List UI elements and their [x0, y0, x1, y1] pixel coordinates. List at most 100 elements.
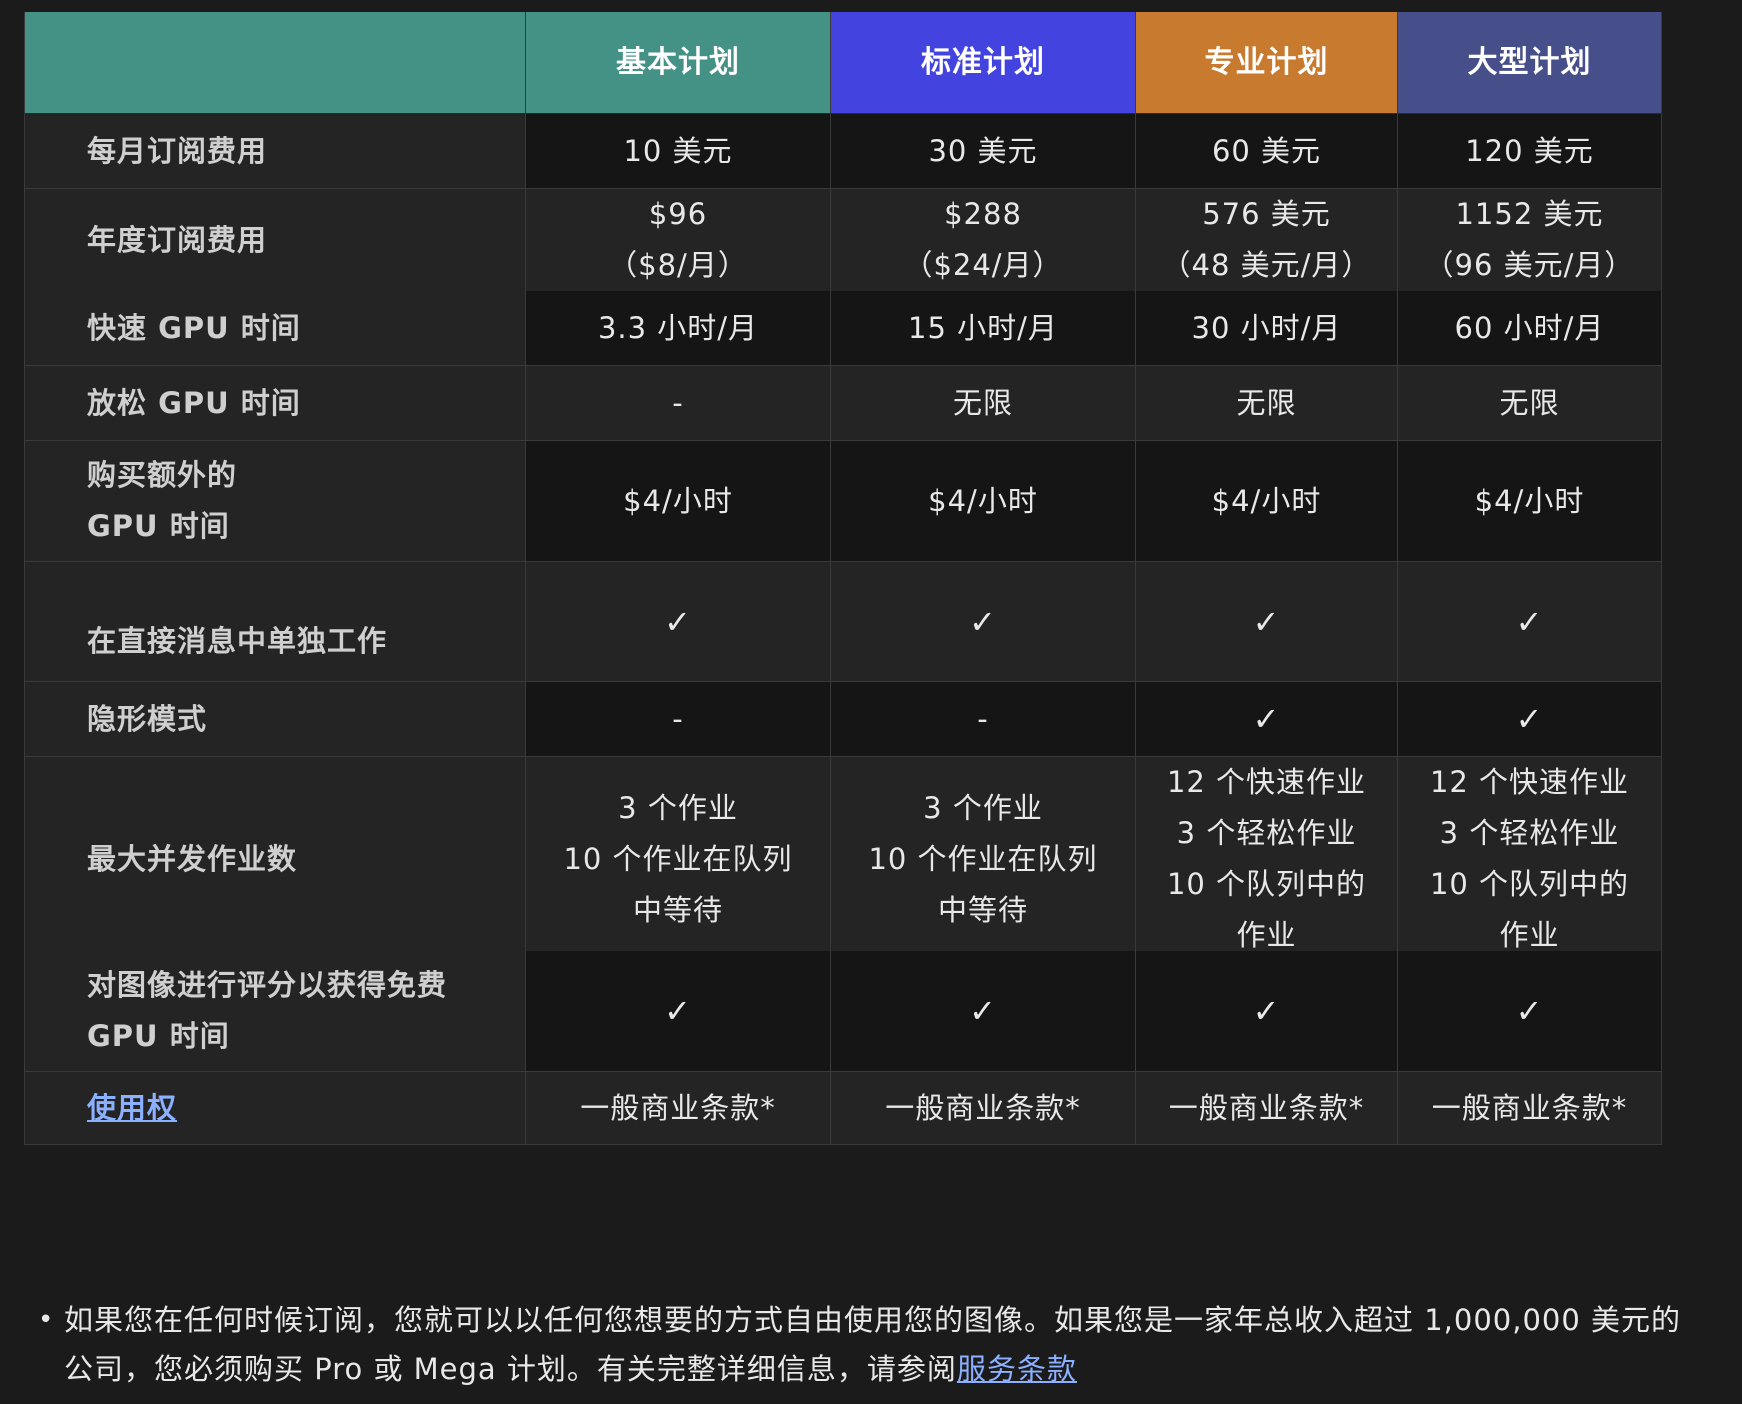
table-row-rate-images: 对图像进行评分以获得免费 GPU 时间 ✓ ✓ ✓ ✓ — [24, 951, 1662, 1072]
table-cell: 一般商业条款* — [526, 1072, 831, 1145]
row-label: 快速 GPU 时间 — [24, 291, 526, 366]
table-row-concurrent-jobs: 最大并发作业数 3 个作业 10 个作业在队列 中等待 3 个作业 10 个作业… — [24, 757, 1662, 962]
table-row-relax-gpu: 放松 GPU 时间 - 无限 无限 无限 — [24, 366, 1662, 441]
table-cell: ✓ — [1398, 562, 1662, 682]
table-cell: 一般商业条款* — [831, 1072, 1136, 1145]
table-cell: 3.3 小时/月 — [526, 291, 831, 366]
terms-of-service-link[interactable]: 服务条款 — [957, 1352, 1077, 1386]
row-label-text: 购买额外的 GPU 时间 — [87, 458, 238, 543]
table-cell: $4/小时 — [831, 441, 1136, 562]
footnote-text: 如果您在任何时候订阅，您就可以以任何您想要的方式自由使用您的图像。如果您是一家年… — [64, 1296, 1698, 1394]
row-label: 隐形模式 — [24, 682, 526, 757]
cell-text: 3 个作业 10 个作业在队列 中等待 — [563, 790, 793, 927]
cell-text: 30 小时/月 — [1191, 310, 1342, 345]
check-icon: ✓ — [1515, 603, 1544, 641]
row-label-text: 隐形模式 — [87, 701, 208, 736]
table-cell: ✓ — [1136, 951, 1398, 1072]
table-cell: 一般商业条款* — [1398, 1072, 1662, 1145]
table-cell: ✓ — [1398, 682, 1662, 757]
table-cell: 3 个作业 10 个作业在队列 中等待 — [526, 757, 831, 962]
table-cell: 120 美元 — [1398, 114, 1662, 189]
usage-rights-link[interactable]: 使用权 — [87, 1083, 177, 1134]
cell-text: 12 个快速作业 3 个轻松作业 10 个队列中的 作业 — [1429, 765, 1630, 952]
cell-text: $4/小时 — [623, 483, 733, 518]
table-cell: 一般商业条款* — [1136, 1072, 1398, 1145]
table-row-extra-gpu: 购买额外的 GPU 时间 $4/小时 $4/小时 $4/小时 $4/小时 — [24, 441, 1662, 562]
table-cell: ✓ — [1136, 562, 1398, 682]
table-row-fast-gpu: 快速 GPU 时间 3.3 小时/月 15 小时/月 30 小时/月 60 小时… — [24, 291, 1662, 366]
cell-text: 120 美元 — [1465, 133, 1594, 168]
cell-text: - — [977, 701, 989, 736]
header-empty-cell — [24, 12, 526, 114]
table-cell: $96 （$8/月） — [526, 189, 831, 292]
table-cell: ✓ — [831, 562, 1136, 682]
table-cell: 1152 美元 （96 美元/月） — [1398, 189, 1662, 292]
table-cell: 3 个作业 10 个作业在队列 中等待 — [831, 757, 1136, 962]
table-row-dm-work: 在直接消息中单独工作 ✓ ✓ ✓ ✓ — [24, 562, 1662, 682]
table-cell: ✓ — [526, 562, 831, 682]
cell-text: 一般商业条款* — [1431, 1090, 1628, 1125]
row-label: 放松 GPU 时间 — [24, 366, 526, 441]
cell-text: 一般商业条款* — [885, 1090, 1081, 1125]
table-cell: $4/小时 — [1398, 441, 1662, 562]
row-label-text: 最大并发作业数 — [87, 841, 298, 876]
cell-text: 1152 美元 （96 美元/月） — [1424, 197, 1635, 282]
pricing-table: 基本计划 标准计划 专业计划 大型计划 每月订阅费用 10 美元 30 美元 6… — [24, 12, 1662, 1145]
table-cell: 10 美元 — [526, 114, 831, 189]
table-cell: ✓ — [1136, 682, 1398, 757]
row-label: 购买额外的 GPU 时间 — [24, 441, 526, 562]
cell-text: 一般商业条款* — [580, 1090, 776, 1125]
row-label: 对图像进行评分以获得免费 GPU 时间 — [24, 951, 526, 1072]
check-icon: ✓ — [1515, 992, 1544, 1030]
cell-text: 10 美元 — [623, 133, 733, 168]
table-cell: $4/小时 — [1136, 441, 1398, 562]
check-icon: ✓ — [1252, 603, 1281, 641]
footnote: • 如果您在任何时候订阅，您就可以以任何您想要的方式自由使用您的图像。如果您是一… — [38, 1296, 1698, 1394]
table-cell: $288 （$24/月） — [831, 189, 1136, 292]
cell-text: 无限 — [1236, 385, 1297, 420]
table-cell: 60 小时/月 — [1398, 291, 1662, 366]
table-row-annual: 年度订阅费用 $96 （$8/月） $288 （$24/月） 576 美元 （4… — [24, 189, 1662, 292]
cell-text: $4/小时 — [928, 483, 1038, 518]
table-row-usage-rights: 使用权 一般商业条款* 一般商业条款* 一般商业条款* 一般商业条款* — [24, 1072, 1662, 1145]
cell-text: $4/小时 — [1474, 483, 1585, 518]
cell-text: 无限 — [1499, 385, 1560, 420]
table-cell: 15 小时/月 — [831, 291, 1136, 366]
check-icon: ✓ — [664, 992, 692, 1030]
cell-text: 60 美元 — [1211, 133, 1322, 168]
cell-text: 3.3 小时/月 — [597, 310, 759, 345]
table-cell: ✓ — [1398, 951, 1662, 1072]
table-row-stealth-mode: 隐形模式 - - ✓ ✓ — [24, 682, 1662, 757]
table-cell: 无限 — [1136, 366, 1398, 441]
table-cell: 12 个快速作业 3 个轻松作业 10 个队列中的 作业 — [1136, 757, 1398, 962]
cell-text: 无限 — [952, 385, 1013, 420]
row-label: 使用权 — [24, 1072, 526, 1145]
row-label: 最大并发作业数 — [24, 757, 526, 962]
table-cell: 无限 — [831, 366, 1136, 441]
header-plan-pro: 专业计划 — [1136, 12, 1398, 114]
row-label-text: 放松 GPU 时间 — [87, 385, 301, 420]
cell-text: $4/小时 — [1211, 483, 1322, 518]
header-plan-basic: 基本计划 — [526, 12, 831, 114]
cell-text: - — [672, 701, 684, 736]
cell-text: 30 美元 — [928, 133, 1038, 168]
row-label: 每月订阅费用 — [24, 114, 526, 189]
check-icon: ✓ — [969, 992, 997, 1030]
check-icon: ✓ — [1252, 700, 1281, 738]
row-label-text: 在直接消息中单独工作 — [87, 624, 388, 658]
check-icon: ✓ — [1252, 992, 1281, 1030]
table-cell: 30 小时/月 — [1136, 291, 1398, 366]
table-cell: - — [831, 682, 1136, 757]
row-label-text: 每月订阅费用 — [87, 133, 268, 168]
row-label-text: 快速 GPU 时间 — [87, 310, 301, 345]
table-cell: ✓ — [526, 951, 831, 1072]
cell-text: - — [672, 385, 684, 420]
cell-text: 576 美元 （48 美元/月） — [1161, 197, 1372, 282]
table-cell: ✓ — [831, 951, 1136, 1072]
table-cell: 30 美元 — [831, 114, 1136, 189]
check-icon: ✓ — [664, 603, 692, 641]
table-cell: 无限 — [1398, 366, 1662, 441]
cell-text: 3 个作业 10 个作业在队列 中等待 — [868, 790, 1098, 927]
cell-text: 12 个快速作业 3 个轻松作业 10 个队列中的 作业 — [1166, 765, 1367, 952]
header-plan-standard: 标准计划 — [831, 12, 1136, 114]
